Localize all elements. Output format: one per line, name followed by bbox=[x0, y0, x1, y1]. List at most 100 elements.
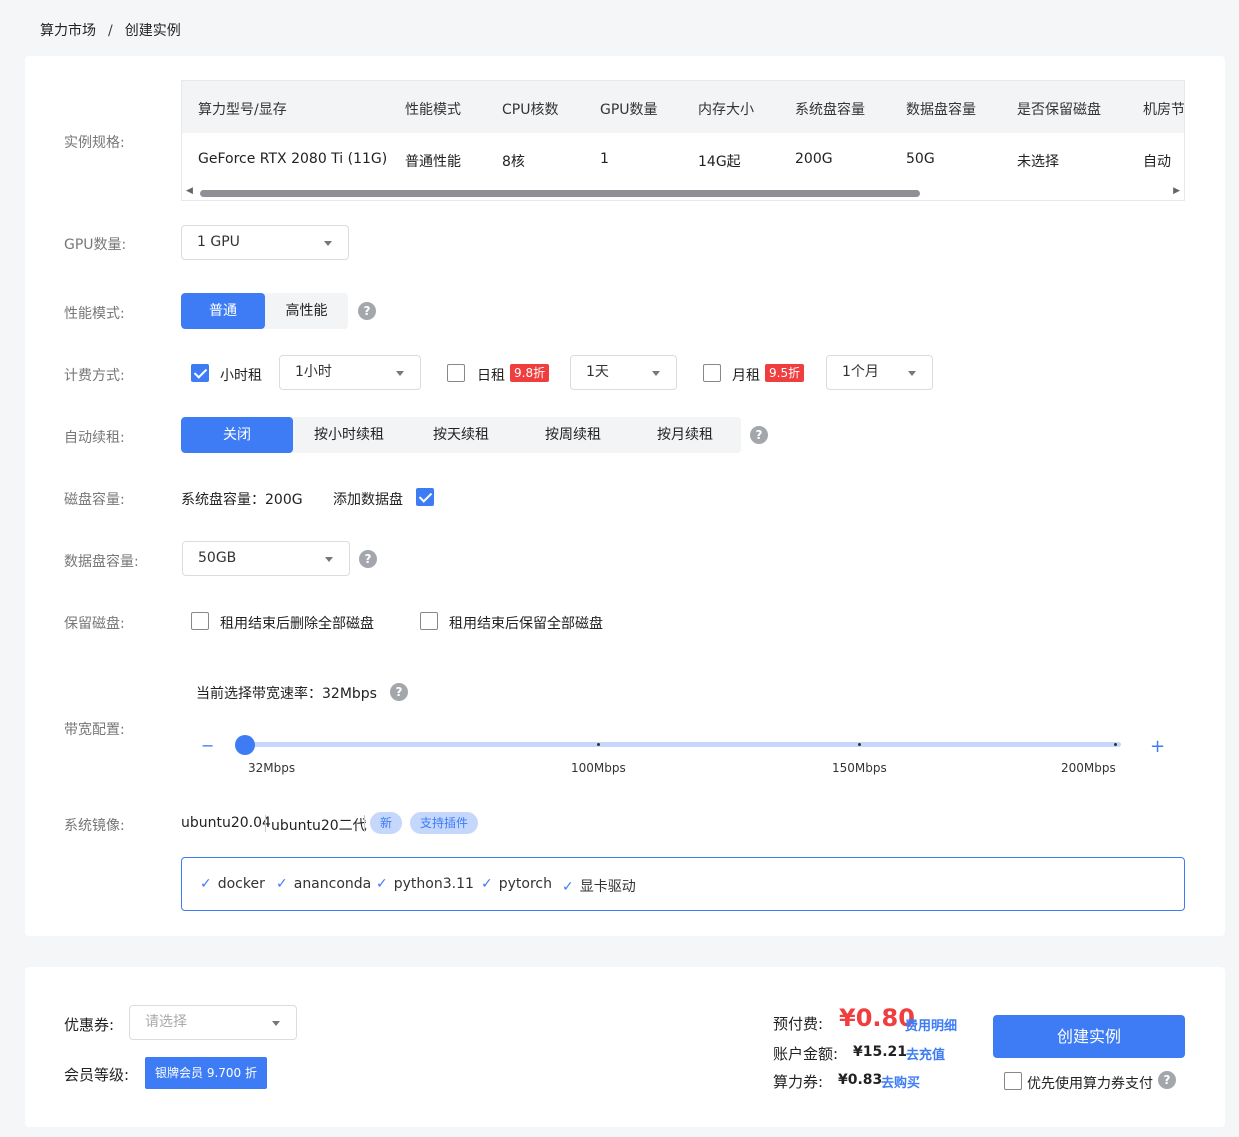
perf-mode-toggle: 普通 高性能 bbox=[181, 293, 348, 329]
bandwidth-tick-100: 100Mbps bbox=[571, 761, 626, 775]
monthly-label[interactable]: 月租 bbox=[732, 365, 760, 385]
bandwidth-tick-32: 32Mbps bbox=[248, 761, 296, 775]
spec-header-system-disk: 系统盘容量 bbox=[795, 102, 865, 118]
delete-disk-label[interactable]: 租用结束后删除全部磁盘 bbox=[220, 613, 374, 633]
spec-cell-keep-disk: 未选择 bbox=[1017, 154, 1059, 170]
auto-renew-off[interactable]: 关闭 bbox=[181, 417, 293, 453]
data-disk-label: 数据盘容量: bbox=[64, 554, 139, 570]
bandwidth-tick-200: 200Mbps bbox=[1061, 761, 1116, 775]
check-icon: ✓ bbox=[481, 876, 493, 892]
breadcrumb-current: 创建实例 bbox=[124, 23, 181, 39]
daily-label[interactable]: 日租 bbox=[477, 365, 505, 385]
system-disk-text: 系统盘容量：200G bbox=[181, 492, 303, 508]
add-data-disk-checkbox[interactable] bbox=[416, 488, 434, 506]
check-icon: ✓ bbox=[376, 876, 388, 892]
scrollbar-thumb[interactable] bbox=[200, 190, 920, 197]
prefer-voucher-checkbox[interactable] bbox=[1004, 1072, 1022, 1090]
help-icon[interactable]: ? bbox=[390, 683, 408, 701]
perf-mode-label: 性能模式: bbox=[64, 306, 125, 322]
auto-renew-label: 自动续租: bbox=[64, 430, 125, 446]
image-card[interactable]: ✓ docker ✓ ananconda ✓ python3.11 ✓ pytorch … bbox=[181, 857, 1185, 911]
spec-cell-cpu: 8核 bbox=[502, 154, 525, 170]
horizontal-scrollbar[interactable]: ◀ ▶ bbox=[182, 184, 1184, 200]
bandwidth-minus-button[interactable]: − bbox=[201, 736, 214, 755]
spec-cell-gpu: 1 bbox=[600, 151, 609, 167]
spec-header-keep-disk: 是否保留磁盘 bbox=[1017, 102, 1101, 118]
check-icon: ✓ bbox=[276, 876, 288, 892]
keep-all-disk-label[interactable]: 租用结束后保留全部磁盘 bbox=[449, 613, 603, 633]
chevron-down-icon bbox=[272, 1021, 280, 1026]
image-name: ubuntu20二代 bbox=[271, 818, 367, 834]
monthly-duration-value: 1个月 bbox=[842, 364, 879, 380]
buy-voucher-link[interactable]: 去购买 bbox=[881, 1072, 920, 1091]
spec-header-model: 算力型号/显存 bbox=[198, 102, 287, 118]
voucher-value: ¥0.83 bbox=[838, 1072, 883, 1088]
daily-checkbox[interactable] bbox=[447, 364, 465, 382]
prepay-label: 预付费: bbox=[773, 1015, 824, 1033]
perf-mode-high[interactable]: 高性能 bbox=[265, 293, 348, 329]
hourly-duration-select[interactable]: 1小时 bbox=[279, 355, 421, 390]
check-icon: ✓ bbox=[200, 876, 212, 892]
hourly-label[interactable]: 小时租 bbox=[220, 365, 262, 385]
spec-label: 实例规格: bbox=[64, 135, 125, 151]
gpu-count-value: 1 GPU bbox=[197, 234, 240, 250]
slider-dot bbox=[1114, 743, 1117, 746]
bandwidth-tick-150: 150Mbps bbox=[832, 761, 887, 775]
perf-mode-normal[interactable]: 普通 bbox=[181, 293, 265, 329]
spec-cell-node: 自动 bbox=[1143, 154, 1171, 170]
daily-duration-value: 1天 bbox=[586, 364, 609, 380]
monthly-duration-select[interactable]: 1个月 bbox=[826, 355, 933, 390]
billing-label: 计费方式: bbox=[64, 368, 125, 384]
bandwidth-plus-button[interactable]: + bbox=[1150, 736, 1165, 757]
data-disk-select[interactable]: 50GB bbox=[182, 541, 350, 576]
gpu-count-select[interactable]: 1 GPU bbox=[181, 225, 349, 260]
image-label: 系统镜像: bbox=[64, 818, 125, 834]
bandwidth-slider-handle[interactable] bbox=[235, 735, 255, 755]
fee-detail-link[interactable]: 费用明细 bbox=[905, 1015, 957, 1034]
auto-renew-monthly[interactable]: 按月续租 bbox=[629, 417, 741, 453]
tag-docker: ✓ docker bbox=[200, 876, 265, 892]
prepay-value: ¥0.80 bbox=[839, 1004, 915, 1032]
prefer-voucher-label[interactable]: 优先使用算力券支付 bbox=[1027, 1073, 1153, 1093]
help-icon[interactable]: ? bbox=[358, 302, 376, 320]
spec-header-memory: 内存大小 bbox=[698, 102, 754, 118]
bandwidth-current: 当前选择带宽速率：32Mbps bbox=[196, 686, 377, 702]
bandwidth-slider-track[interactable] bbox=[244, 742, 1121, 747]
voucher-label: 算力券: bbox=[773, 1073, 824, 1091]
new-badge: 新 bbox=[370, 812, 403, 834]
help-icon[interactable]: ? bbox=[359, 550, 377, 568]
breadcrumb-root[interactable]: 算力市场 bbox=[40, 23, 96, 39]
hourly-checkbox[interactable] bbox=[191, 364, 209, 382]
data-disk-value: 50GB bbox=[198, 550, 237, 566]
image-os: ubuntu20.04 bbox=[181, 815, 271, 831]
coupon-select[interactable]: 请选择 bbox=[129, 1005, 297, 1040]
gpu-count-label: GPU数量: bbox=[64, 237, 127, 253]
slider-dot bbox=[858, 743, 861, 746]
daily-discount-badge: 9.8折 bbox=[510, 364, 550, 382]
help-icon[interactable]: ? bbox=[750, 426, 768, 444]
table-row[interactable]: GeForce RTX 2080 Ti (11G) 普通性能 8核 1 14G起… bbox=[182, 133, 1184, 185]
add-data-disk-label[interactable]: 添加数据盘 bbox=[333, 489, 403, 509]
slider-dot bbox=[597, 743, 600, 746]
auto-renew-daily[interactable]: 按天续租 bbox=[405, 417, 517, 453]
scroll-right-icon[interactable]: ▶ bbox=[1173, 186, 1180, 196]
daily-duration-select[interactable]: 1天 bbox=[570, 355, 677, 390]
disk-label: 磁盘容量: bbox=[64, 492, 125, 508]
check-icon: ✓ bbox=[562, 879, 574, 895]
recharge-link[interactable]: 去充值 bbox=[906, 1044, 945, 1063]
scroll-left-icon[interactable]: ◀ bbox=[186, 186, 193, 196]
spec-table: 算力型号/显存 性能模式 CPU核数 GPU数量 内存大小 系统盘容量 数据盘容… bbox=[181, 80, 1185, 201]
create-instance-button[interactable]: 创建实例 bbox=[993, 1015, 1185, 1058]
tag-pytorch: ✓ pytorch bbox=[481, 876, 552, 892]
auto-renew-hourly[interactable]: 按小时续租 bbox=[293, 417, 405, 453]
monthly-checkbox[interactable] bbox=[703, 364, 721, 382]
monthly-discount-badge: 9.5折 bbox=[765, 364, 805, 382]
delete-disk-checkbox[interactable] bbox=[191, 612, 209, 630]
help-icon[interactable]: ? bbox=[1158, 1071, 1176, 1089]
member-badge: 银牌会员 9.700 折 bbox=[145, 1057, 267, 1089]
keep-disk-checkbox[interactable] bbox=[420, 612, 438, 630]
auto-renew-toggle: 关闭 按小时续租 按天续租 按周续租 按月续租 bbox=[181, 417, 741, 453]
bandwidth-label: 带宽配置: bbox=[64, 722, 125, 738]
hourly-duration-value: 1小时 bbox=[295, 364, 332, 380]
auto-renew-weekly[interactable]: 按周续租 bbox=[517, 417, 629, 453]
